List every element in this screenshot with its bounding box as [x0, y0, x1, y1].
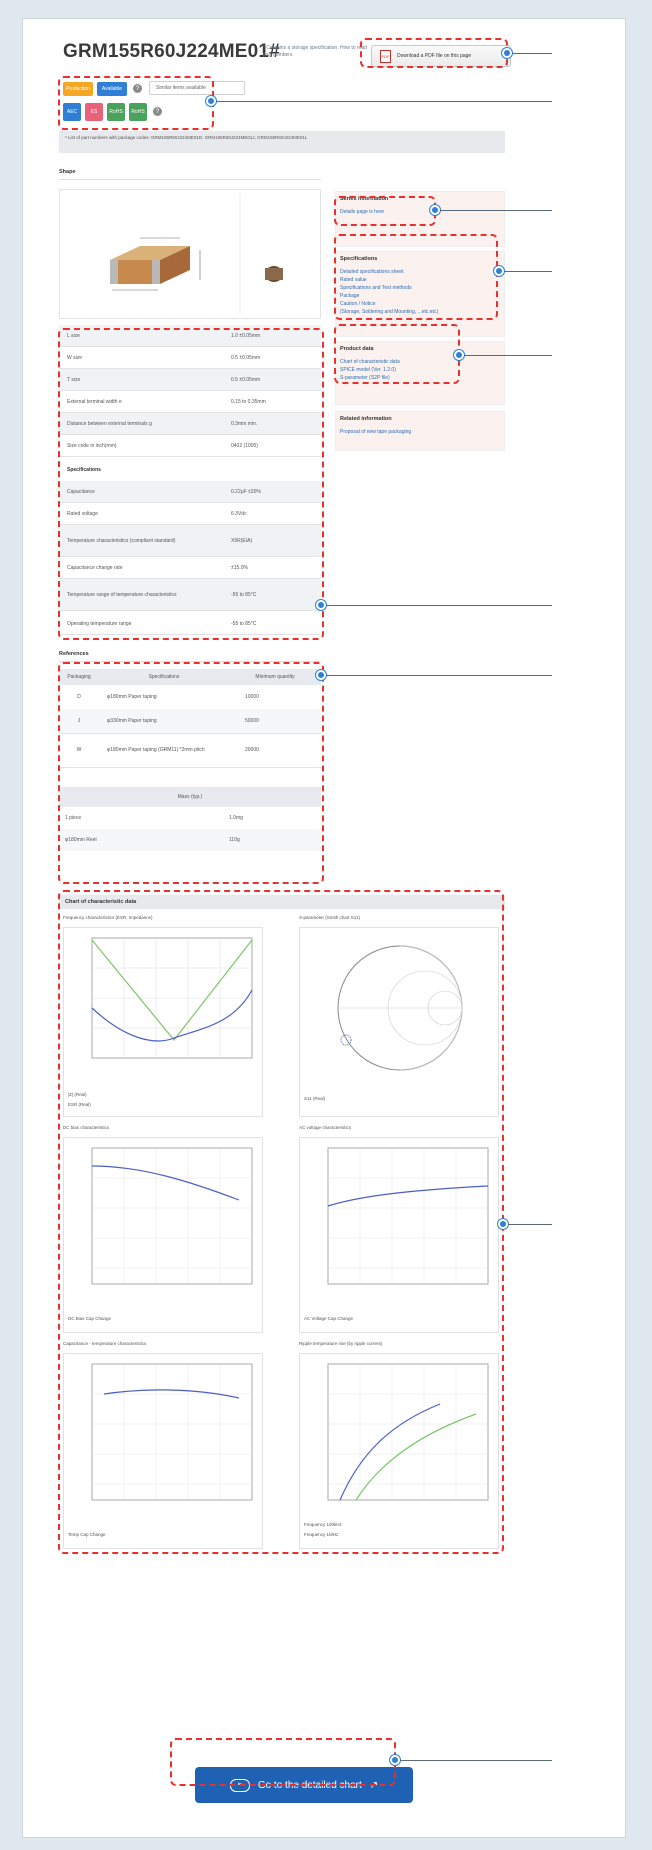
callout-cta [170, 1738, 396, 1786]
callout-specifications [334, 234, 498, 320]
references-heading: References [59, 651, 89, 657]
callout-spec-table [58, 328, 324, 640]
chip-illustration [110, 194, 283, 314]
shape-heading: Shape [59, 169, 76, 175]
divider [59, 179, 321, 180]
related-info-panel: Related information Proposal of new tape… [335, 411, 505, 451]
part-number-note[interactable]: * Contains a storage specification. How … [263, 45, 373, 59]
callout-dot [206, 96, 216, 106]
callout-leader [512, 53, 552, 54]
callout-dot [454, 350, 464, 360]
callout-product-data [334, 324, 460, 384]
callout-dot [430, 205, 440, 215]
callout-dot [390, 1755, 400, 1765]
callout-leader [440, 210, 552, 211]
callout-dot [498, 1219, 508, 1229]
callout-dot [316, 670, 326, 680]
callout-badges [58, 76, 214, 130]
callout-leader [216, 101, 552, 102]
callout-leader [504, 271, 552, 272]
callout-dot [316, 600, 326, 610]
callout-leader [464, 355, 552, 356]
callout-leader [400, 1760, 552, 1761]
callout-series [334, 196, 436, 226]
part-number-title: GRM155R60J224ME01# [63, 41, 280, 62]
shape-image-box [59, 189, 321, 319]
callout-references [58, 662, 324, 884]
callout-charts [58, 890, 504, 1554]
callout-leader [508, 1224, 552, 1225]
package-code-notice: * List of part numbers with package code… [59, 131, 505, 153]
related-link-tape[interactable]: Proposal of new tape packaging [340, 428, 500, 436]
callout-leader [326, 605, 552, 606]
callout-dot [494, 266, 504, 276]
callout-dot [502, 48, 512, 58]
related-info-heading: Related information [340, 416, 392, 422]
callout-pdf [360, 38, 508, 68]
callout-leader [326, 675, 552, 676]
